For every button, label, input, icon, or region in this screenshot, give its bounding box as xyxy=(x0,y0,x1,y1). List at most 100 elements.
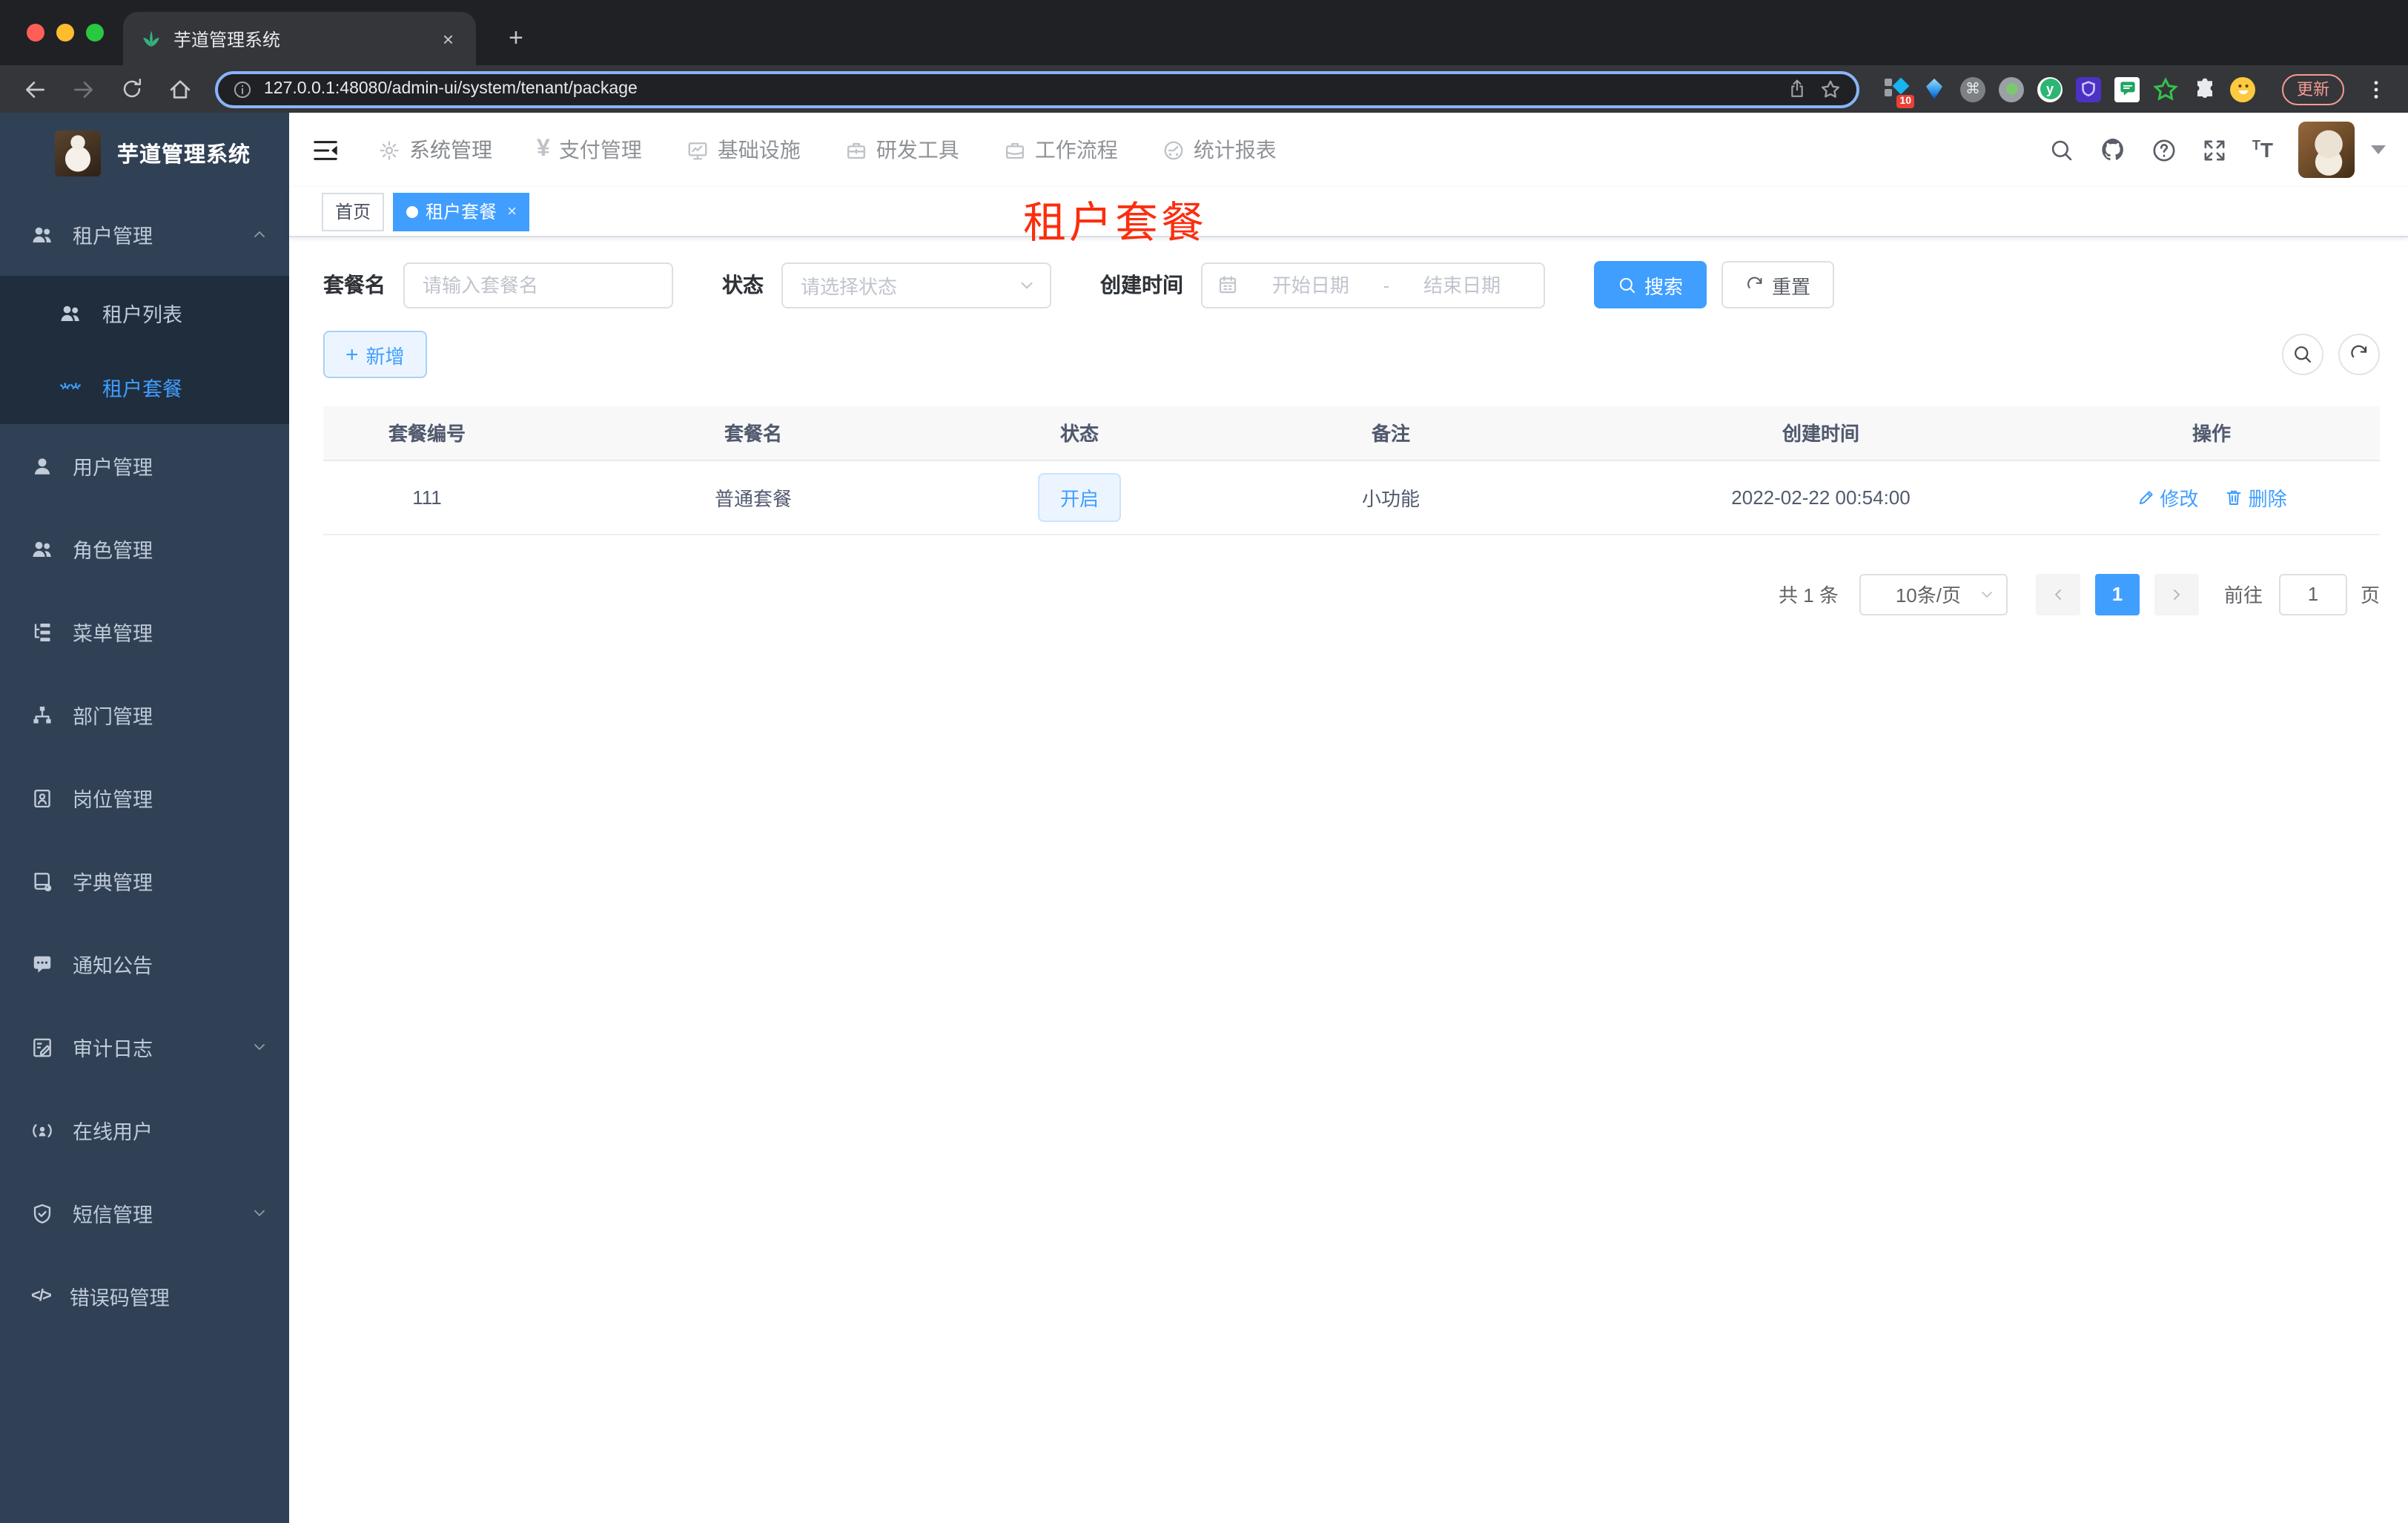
page-content: 套餐名 状态 请选择状态 创建时间 xyxy=(289,237,2408,615)
chevron-left-icon xyxy=(2049,585,2067,603)
show-search-button[interactable] xyxy=(2282,334,2323,375)
cell-created: 2022-02-22 00:54:00 xyxy=(1598,460,2043,535)
extension-kite-icon[interactable] xyxy=(1922,76,1947,102)
chrome-update-button[interactable]: 更新 xyxy=(2282,73,2344,105)
sidebar-item-user-management[interactable]: 用户管理 xyxy=(0,424,289,507)
refresh-icon xyxy=(2349,344,2369,365)
goto-page-input[interactable] xyxy=(2278,573,2347,615)
site-info-icon[interactable] xyxy=(233,79,252,99)
next-page-button[interactable] xyxy=(2154,573,2199,615)
extension-recorder-icon[interactable] xyxy=(1999,76,2024,102)
user-icon xyxy=(31,455,53,477)
sidebar-item-error-code[interactable]: </> 错误码管理 xyxy=(0,1255,289,1338)
search-button[interactable]: 搜索 xyxy=(1594,261,1707,308)
chevron-right-icon xyxy=(2168,585,2186,603)
extension-chat-icon[interactable] xyxy=(2114,76,2140,102)
top-nav-infrastructure[interactable]: 基础设施 xyxy=(687,135,801,165)
field-status: 状态 请选择状态 xyxy=(722,262,1051,308)
sidebar-item-department-management[interactable]: 部门管理 xyxy=(0,673,289,756)
sidebar-item-notice[interactable]: 通知公告 xyxy=(0,922,289,1005)
sidebar-collapse-icon[interactable] xyxy=(304,128,354,171)
cell-package-id: 111 xyxy=(323,460,531,535)
refresh-table-button[interactable] xyxy=(2338,334,2380,375)
table-row: 111 普通套餐 开启 小功能 2022-02-22 00:54:00 修改 删… xyxy=(323,460,2380,535)
col-header-status: 状态 xyxy=(976,406,1183,460)
top-nav-payment[interactable]: ¥ 支付管理 xyxy=(537,135,642,165)
browser-reload-button[interactable] xyxy=(113,77,151,101)
tab-title: 芋道管理系统 xyxy=(173,29,281,50)
avatar-caret-down-icon[interactable] xyxy=(2371,145,2386,154)
status-open-toggle[interactable]: 开启 xyxy=(1037,472,1121,521)
page-number-1[interactable]: 1 xyxy=(2094,573,2140,615)
sidebar-item-role-management[interactable]: 角色管理 xyxy=(0,507,289,590)
bookmark-star-icon[interactable] xyxy=(1819,78,1842,100)
status-select[interactable]: 请选择状态 xyxy=(781,262,1051,308)
end-date-input[interactable] xyxy=(1395,274,1529,296)
browser-menu-icon[interactable] xyxy=(2359,78,2393,100)
share-icon[interactable] xyxy=(1787,79,1807,99)
sidebar-item-audit-log[interactable]: 审计日志 xyxy=(0,1005,289,1088)
sidebar-item-post-management[interactable]: 岗位管理 xyxy=(0,756,289,839)
tag-tenant-package[interactable]: 租户套餐 × xyxy=(393,192,530,231)
window-zoom-button[interactable] xyxy=(86,24,104,42)
delete-link[interactable]: 删除 xyxy=(2225,483,2287,511)
top-nav-dev-tools[interactable]: 研发工具 xyxy=(845,135,959,165)
extension-shield-icon[interactable] xyxy=(2076,76,2101,102)
sidebar-item-menu-management[interactable]: 菜单管理 xyxy=(0,590,289,673)
plus-icon: + xyxy=(345,342,359,367)
browser-home-button[interactable] xyxy=(160,76,200,102)
sidebar-item-tenant-list[interactable]: 租户列表 xyxy=(0,276,289,350)
fullscreen-icon[interactable] xyxy=(2202,137,2227,162)
sidebar-logo[interactable]: 芋道管理系统 xyxy=(0,113,289,193)
github-icon[interactable] xyxy=(2100,136,2126,163)
browser-tab[interactable]: 芋道管理系统 × xyxy=(123,12,476,65)
top-nav-workflow[interactable]: 工作流程 xyxy=(1004,135,1118,165)
start-date-input[interactable] xyxy=(1244,274,1377,296)
extension-badge: 10 xyxy=(1896,94,1914,108)
url-text[interactable]: 127.0.0.1:48080/admin-ui/system/tenant/p… xyxy=(264,80,1775,98)
package-name-input[interactable] xyxy=(403,262,673,308)
sidebar-item-sms-management[interactable]: 短信管理 xyxy=(0,1172,289,1255)
address-bar[interactable]: 127.0.0.1:48080/admin-ui/system/tenant/p… xyxy=(215,70,1859,108)
add-button[interactable]: + 新增 xyxy=(323,331,427,378)
tab-close-button[interactable]: × xyxy=(435,24,461,53)
user-avatar[interactable] xyxy=(2298,122,2355,178)
search-icon xyxy=(2292,344,2313,365)
sidebar-item-dict-management[interactable]: 字典管理 xyxy=(0,839,289,922)
sidebar-item-online-users[interactable]: 在线用户 xyxy=(0,1088,289,1172)
new-tab-button[interactable]: + xyxy=(497,21,535,65)
window-minimize-button[interactable] xyxy=(56,24,74,42)
window-close-button[interactable] xyxy=(27,24,44,42)
reset-button[interactable]: 重置 xyxy=(1721,261,1835,308)
package-name-label: 套餐名 xyxy=(323,273,386,297)
browser-forward-button[interactable] xyxy=(64,76,104,102)
prev-page-button[interactable] xyxy=(2035,573,2080,615)
tag-close-icon[interactable]: × xyxy=(504,202,517,220)
page-size-select[interactable]: 10条/页 xyxy=(1859,573,2008,615)
top-nav-system[interactable]: 系统管理 xyxy=(378,135,492,165)
help-question-icon[interactable] xyxy=(2151,137,2177,162)
extension-tabs-icon[interactable]: 10 xyxy=(1883,76,1914,108)
extension-yuque-icon[interactable]: y xyxy=(2037,76,2063,102)
header-search-icon[interactable] xyxy=(2049,137,2074,162)
main-area: 系统管理 ¥ 支付管理 基础设施 研发工具 工作流程 统计报表 T T 首页 租… xyxy=(289,113,2408,1523)
top-nav-statistics[interactable]: 统计报表 xyxy=(1162,135,1277,165)
users-icon xyxy=(59,302,82,324)
id-badge-icon xyxy=(31,787,53,809)
extensions-puzzle-icon[interactable] xyxy=(2192,76,2217,102)
shield-check-icon xyxy=(31,1202,53,1224)
toolbox-icon xyxy=(845,139,867,161)
edit-link[interactable]: 修改 xyxy=(2136,483,2198,511)
extension-command-icon[interactable]: ⌘ xyxy=(1960,76,1985,102)
sidebar-item-tenant-package[interactable]: 租户套餐 xyxy=(0,350,289,424)
sidebar-item-tenant-management[interactable]: 租户管理 xyxy=(0,193,289,276)
search-icon xyxy=(1618,275,1637,294)
date-range-picker[interactable]: - xyxy=(1201,262,1545,308)
cell-status: 开启 xyxy=(976,460,1183,535)
font-size-icon[interactable]: TT xyxy=(2252,138,2273,162)
extension-emoji-icon[interactable] xyxy=(2230,76,2255,102)
extension-star-icon[interactable] xyxy=(2153,76,2178,102)
tag-home[interactable]: 首页 xyxy=(322,192,385,231)
browser-back-button[interactable] xyxy=(15,76,55,102)
browser-toolbar: 127.0.0.1:48080/admin-ui/system/tenant/p… xyxy=(0,65,2408,113)
